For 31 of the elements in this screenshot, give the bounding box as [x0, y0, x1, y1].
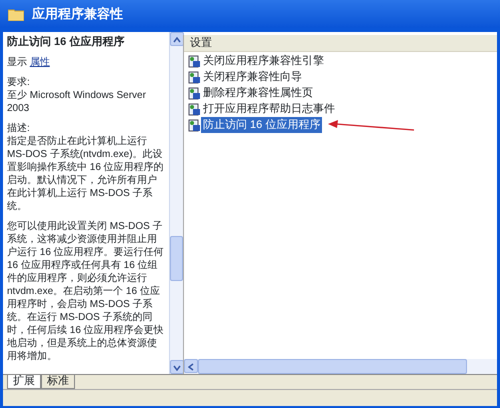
- policy-icon: [188, 70, 201, 84]
- setting-item[interactable]: 删除程序兼容性属性页: [201, 84, 315, 102]
- setting-item[interactable]: 防止访问 16 位应用程序: [201, 116, 322, 134]
- chevron-down-icon: [173, 364, 181, 371]
- description-label: 描述:: [7, 122, 31, 135]
- column-header[interactable]: 设置: [190, 34, 212, 52]
- description-text: 指定是否防止在此计算机上运行 MS-DOS 子系统(ntvdm.exe)。此设置影响操作系统中 16 位应用程序的启动。默认情况下，允许所有用户在此计算机上运行 MS-DOS 子系统。: [7, 135, 165, 213]
- policy-icon: [188, 102, 201, 116]
- requirements-label: 要求:: [7, 76, 31, 89]
- folder-icon: [8, 8, 24, 20]
- chevron-left-icon: [188, 362, 194, 371]
- policy-icon: [188, 54, 201, 68]
- pane-title: 防止访问 16 位应用程序: [7, 36, 126, 49]
- policy-icon: [188, 86, 201, 100]
- setting-item[interactable]: 关闭程序兼容性向导: [201, 68, 304, 86]
- scroll-up-button[interactable]: [170, 32, 184, 46]
- window-title: 应用程序兼容性: [32, 5, 123, 24]
- properties-link[interactable]: 属性: [30, 57, 50, 68]
- tab[interactable]: 标准: [41, 375, 75, 389]
- description-text: 您可以使用此设置关闭 MS-DOS 子系统，这将减少资源使用并阻止用户运行 16 位应用程序。要运行任何 16 位应用程序或任何具有 16 位组件的应用程序，则必须允许运行 ntvdm.exe。在启动第一个 16 位应用程序时，会启动 MS-DOS 子系统。在运行 MS-DOS 子系统的同时，任何后续 16 位应用程序会更快地启动，但是系统上的总体资源使用将增加。: [7, 220, 165, 363]
- show-label: 显示: [7, 57, 27, 68]
- tab[interactable]: 扩展: [7, 375, 41, 389]
- requirements-text: 至少 Microsoft Windows Server 2003: [7, 89, 147, 115]
- scroll-down-button[interactable]: [170, 360, 184, 374]
- setting-item[interactable]: 关闭应用程序兼容性引擎: [201, 52, 326, 70]
- scrollbar-thumb[interactable]: [198, 359, 467, 374]
- setting-item[interactable]: 打开应用程序帮助日志事件: [201, 100, 337, 118]
- scroll-left-button[interactable]: [184, 359, 198, 373]
- scrollbar-thumb[interactable]: [170, 236, 183, 281]
- policy-icon: [188, 118, 201, 132]
- chevron-up-icon: [173, 36, 181, 43]
